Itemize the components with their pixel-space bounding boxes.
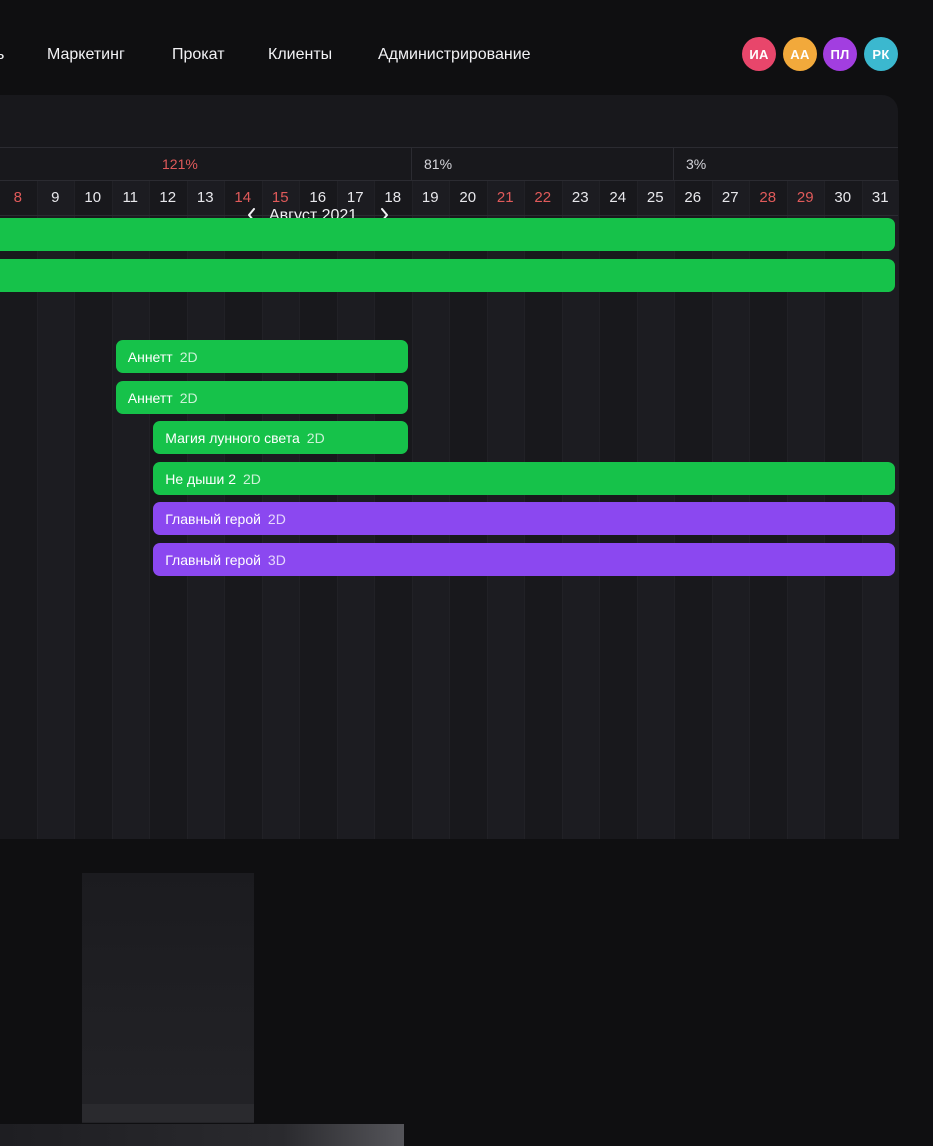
nav-item-marketing[interactable]: Маркетинг (47, 45, 125, 65)
top-navigation: ь Маркетинг Прокат Клиенты Администриров… (0, 0, 933, 95)
day-number: 26 (684, 189, 702, 206)
bar-format: 2D (179, 348, 198, 365)
day-number: 9 (51, 189, 60, 206)
nav-item-partial[interactable]: ь (0, 45, 4, 65)
divider (0, 147, 898, 148)
divider (0, 180, 898, 181)
bar-title: Аннетт (127, 389, 173, 406)
schedule-bar[interactable] (0, 218, 895, 251)
day-number: 24 (609, 189, 627, 206)
bar-title: Аннетт (127, 348, 173, 365)
day-number: 20 (459, 189, 477, 206)
schedule-bar[interactable] (0, 259, 895, 292)
day-number: 28 (759, 189, 777, 206)
avatar-rk[interactable]: РК (864, 37, 898, 71)
bar-title: Не дыши 2 (165, 470, 236, 487)
background-panel (82, 873, 254, 1123)
week-separator (411, 147, 412, 180)
bar-format: 2D (179, 389, 198, 406)
day-number: 23 (571, 189, 589, 206)
bar-format: 2D (267, 510, 286, 527)
day-number: 11 (122, 189, 139, 206)
day-number: 19 (421, 189, 439, 206)
day-number: 12 (159, 189, 177, 206)
schedule-bar[interactable]: Аннетт 2D (115, 381, 408, 414)
schedule-bar[interactable]: Главный герой 3D (153, 543, 895, 576)
day-number: 21 (496, 189, 514, 206)
day-number: 15 (271, 189, 289, 206)
day-number: 25 (646, 189, 664, 206)
week-load-percent: 3% (686, 156, 707, 172)
day-number: 27 (721, 189, 739, 206)
avatar-pl[interactable]: ПЛ (823, 37, 857, 71)
app-root: ь Маркетинг Прокат Клиенты Администриров… (0, 0, 933, 1146)
week-load-percent: 81% (424, 156, 453, 172)
avatar-ia[interactable]: ИА (742, 37, 776, 71)
day-number: 18 (384, 189, 402, 206)
background-panel (0, 1124, 404, 1146)
schedule-bar[interactable]: Аннетт 2D (115, 340, 408, 373)
divider (0, 215, 898, 216)
bar-format: 2D (243, 470, 261, 487)
bar-title: Главный герой (165, 510, 261, 527)
day-number: 17 (346, 189, 364, 206)
schedule-bar[interactable]: Магия лунного света 2D (153, 421, 408, 454)
week-load-percent: 121% (162, 156, 198, 172)
bar-format: 3D (267, 551, 286, 568)
day-number: 8 (13, 189, 22, 206)
bar-title: Магия лунного света (165, 429, 300, 446)
day-number: 14 (234, 189, 252, 206)
bar-format: 2D (306, 429, 325, 446)
nav-item-administration[interactable]: Администрирование (378, 45, 531, 65)
week-separator (673, 147, 674, 180)
month-navigation: Август 2021 (0, 95, 933, 224)
day-number: 31 (871, 189, 889, 206)
nav-item-clients[interactable]: Клиенты (268, 45, 332, 65)
avatar-aa[interactable]: АА (783, 37, 817, 71)
nav-item-rental[interactable]: Прокат (172, 45, 225, 65)
day-number: 10 (84, 189, 102, 206)
day-number: 29 (796, 189, 814, 206)
day-number: 16 (309, 189, 327, 206)
schedule-bar[interactable]: Главный герой 2D (153, 502, 895, 535)
bar-title: Главный герой (165, 551, 261, 568)
background-panel (82, 1104, 254, 1122)
day-number: 13 (196, 189, 214, 206)
schedule-bar[interactable]: Не дыши 2 2D (153, 462, 895, 495)
day-number: 22 (534, 189, 552, 206)
day-number: 30 (834, 189, 852, 206)
